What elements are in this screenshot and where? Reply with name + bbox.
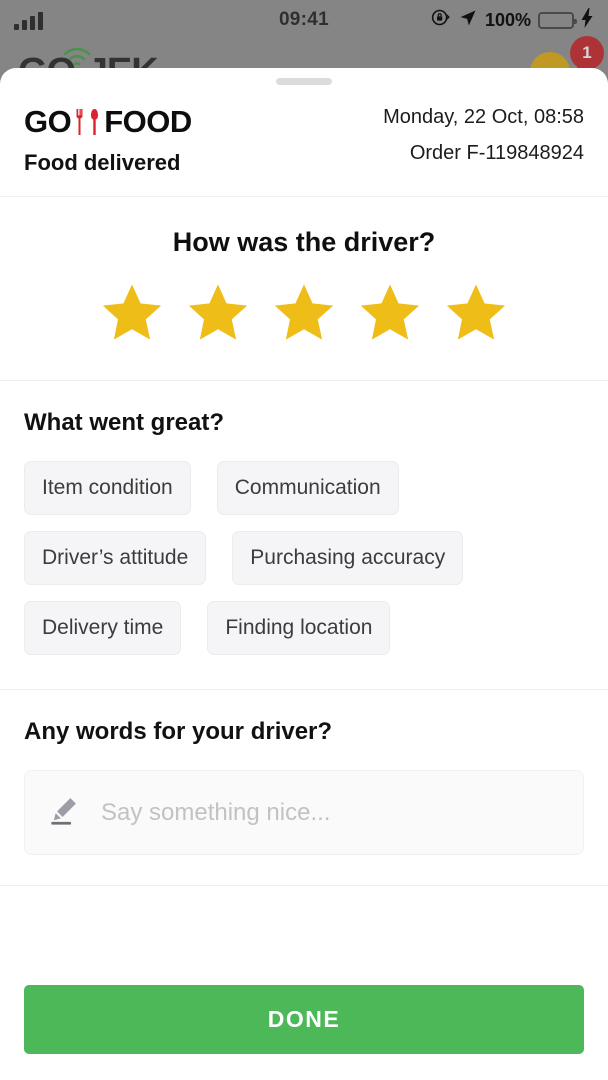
- gofood-logo-prefix: GO: [24, 104, 72, 139]
- star-icon[interactable]: [443, 280, 509, 346]
- gofood-logo-suffix: FOOD: [104, 104, 192, 139]
- tags-title-label: What went great?: [24, 409, 225, 436]
- rotation-lock-icon: [430, 7, 451, 33]
- star-icon[interactable]: [271, 280, 337, 346]
- driver-rating-section: How was the driver?: [0, 197, 608, 381]
- comment-input[interactable]: [101, 798, 561, 827]
- tag-chip[interactable]: Item condition: [24, 461, 191, 515]
- tag-list: Item condition Communication Driver’s at…: [24, 461, 584, 655]
- tag-chip[interactable]: Purchasing accuracy: [232, 531, 464, 585]
- comment-input-box[interactable]: [24, 770, 584, 855]
- star-icon[interactable]: [99, 280, 165, 346]
- tag-chip[interactable]: Driver’s attitude: [24, 531, 207, 585]
- order-date-label: Monday, 22 Oct, 08:58: [383, 106, 584, 128]
- fork-and-spoon-icon: [75, 108, 100, 136]
- gofood-logo: GO FOOD: [24, 106, 192, 137]
- tag-chip[interactable]: Finding location: [207, 601, 391, 655]
- star-icon[interactable]: [185, 280, 251, 346]
- sheet-grabber-area[interactable]: [0, 68, 608, 94]
- order-status-label: Food delivered: [24, 150, 181, 175]
- done-button[interactable]: DONE: [24, 985, 584, 1054]
- lightning-bolt-icon: [581, 7, 594, 33]
- star-icon[interactable]: [357, 280, 423, 346]
- phone-screen: 09:41 100% 1 GO FOOD Food delivered Mond…: [0, 0, 608, 1080]
- sheet-footer: DONE: [0, 957, 608, 1080]
- rating-bottom-sheet: GO FOOD Food delivered Monday, 22 Oct, 0…: [0, 68, 608, 1080]
- tag-chip[interactable]: Delivery time: [24, 601, 182, 655]
- battery-percent-label: 100%: [484, 9, 531, 30]
- battery-icon: [538, 11, 577, 29]
- order-header: GO FOOD Food delivered Monday, 22 Oct, 0…: [0, 94, 608, 197]
- drag-handle-icon[interactable]: [276, 77, 332, 85]
- location-arrow-icon: [458, 8, 478, 33]
- order-id-label: Order F-119848924: [409, 142, 584, 164]
- comment-title-label: Any words for your driver?: [24, 718, 333, 745]
- feedback-tags-section: What went great? Item condition Communic…: [0, 381, 608, 690]
- comment-section: Any words for your driver?: [0, 690, 608, 886]
- rating-question-label: How was the driver?: [172, 227, 436, 257]
- pencil-edit-icon: [47, 793, 81, 832]
- star-rating-control[interactable]: [24, 280, 584, 346]
- tag-chip[interactable]: Communication: [216, 461, 399, 515]
